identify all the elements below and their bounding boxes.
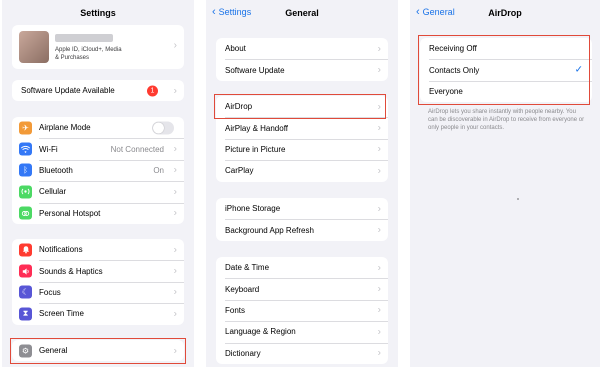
connectivity-group: ✈ Airplane Mode Wi-Fi Not Connected › ᛒ … bbox=[12, 117, 184, 224]
picture-in-picture-row[interactable]: Picture in Picture › bbox=[216, 138, 388, 160]
chevron-right-icon: › bbox=[377, 326, 381, 338]
background-app-refresh-row[interactable]: Background App Refresh › bbox=[216, 219, 388, 240]
speaker-icon bbox=[19, 264, 32, 278]
general-highlight-box bbox=[10, 338, 186, 364]
chevron-right-icon: › bbox=[377, 64, 381, 76]
chevron-right-icon: › bbox=[173, 40, 177, 51]
iphone-storage-row[interactable]: iPhone Storage › bbox=[216, 198, 388, 219]
chevron-right-icon: › bbox=[173, 286, 177, 298]
airdrop-highlight-box bbox=[214, 94, 386, 119]
chevron-right-icon: › bbox=[377, 347, 381, 359]
chevron-right-icon: › bbox=[377, 224, 381, 236]
notifications-row[interactable]: Notifications › bbox=[12, 239, 184, 260]
bluetooth-icon: ᛒ bbox=[19, 163, 32, 177]
bell-icon bbox=[19, 243, 32, 257]
notifications-group: Notifications › Sounds & Haptics › ☾ Foc… bbox=[12, 239, 184, 325]
chevron-right-icon: › bbox=[173, 308, 177, 320]
dictionary-row[interactable]: Dictionary › bbox=[216, 342, 388, 364]
chevron-right-icon: › bbox=[377, 304, 381, 316]
loading-dot bbox=[517, 198, 519, 200]
personal-hotspot-row[interactable]: Personal Hotspot › bbox=[12, 202, 184, 224]
chevron-right-icon: › bbox=[173, 85, 177, 97]
fonts-row[interactable]: Fonts › bbox=[216, 299, 388, 321]
hotspot-icon bbox=[19, 206, 32, 220]
chevron-right-icon: › bbox=[173, 186, 177, 198]
update-count-badge: 1 bbox=[147, 85, 158, 97]
about-group: About › Software Update › bbox=[216, 38, 388, 81]
moon-icon: ☾ bbox=[19, 285, 32, 299]
carplay-row[interactable]: CarPlay › bbox=[216, 160, 388, 181]
bluetooth-row[interactable]: ᛒ Bluetooth On › bbox=[12, 159, 184, 181]
page-title: Settings bbox=[80, 8, 116, 18]
chevron-right-icon: › bbox=[377, 143, 381, 155]
airplane-mode-toggle[interactable] bbox=[152, 121, 174, 135]
settings-panel: Settings Apple ID, iCloud+, Media & Purc… bbox=[2, 0, 194, 367]
airplane-icon: ✈ bbox=[19, 121, 32, 135]
chevron-right-icon: › bbox=[173, 265, 177, 277]
chevron-right-icon: › bbox=[173, 207, 177, 219]
avatar bbox=[19, 31, 49, 63]
chevron-right-icon: › bbox=[377, 262, 381, 274]
locale-group: Date & Time › Keyboard › Fonts › Language &… bbox=[216, 257, 388, 364]
airdrop-description: AirDrop lets you share instantly with pe… bbox=[428, 109, 585, 131]
cellular-row[interactable]: Cellular › bbox=[12, 181, 184, 202]
date-time-row[interactable]: Date & Time › bbox=[216, 257, 388, 278]
focus-row[interactable]: ☾ Focus › bbox=[12, 281, 184, 303]
chevron-right-icon: › bbox=[377, 283, 381, 295]
screen-time-row[interactable]: ⧗ Screen Time › bbox=[12, 303, 184, 324]
apple-id-profile[interactable]: Apple ID, iCloud+, Media & Purchases › bbox=[12, 25, 184, 69]
profile-subtitle: Apple ID, iCloud+, Media & Purchases bbox=[55, 47, 122, 61]
airplay-handoff-row[interactable]: AirPlay & Handoff › bbox=[216, 117, 388, 138]
sounds-haptics-row[interactable]: Sounds & Haptics › bbox=[12, 260, 184, 281]
chevron-right-icon: › bbox=[377, 203, 381, 215]
airdrop-options-highlight-box bbox=[418, 35, 590, 105]
chevron-right-icon: › bbox=[377, 43, 381, 55]
storage-group: iPhone Storage › Background App Refresh › bbox=[216, 198, 388, 241]
chevron-right-icon: › bbox=[173, 143, 177, 155]
wifi-status: Not Connected bbox=[110, 144, 164, 154]
about-row[interactable]: About › bbox=[216, 38, 388, 59]
airplane-mode-row[interactable]: ✈ Airplane Mode bbox=[12, 117, 184, 138]
chevron-right-icon: › bbox=[377, 122, 381, 134]
airdrop-panel: ‹ General AirDrop Receiving Off Contacts… bbox=[410, 0, 600, 367]
cellular-icon bbox=[19, 185, 32, 199]
wifi-icon bbox=[19, 142, 32, 156]
page-title: AirDrop bbox=[488, 8, 522, 18]
general-panel: ‹ Settings General About › Software Updat… bbox=[206, 0, 398, 367]
chevron-right-icon: › bbox=[173, 244, 177, 256]
keyboard-row[interactable]: Keyboard › bbox=[216, 278, 388, 299]
chevron-right-icon: › bbox=[377, 165, 381, 177]
software-update-group: Software Update Available 1 › bbox=[12, 80, 184, 102]
bluetooth-status: On bbox=[153, 165, 164, 175]
wifi-row[interactable]: Wi-Fi Not Connected › bbox=[12, 138, 184, 159]
software-update-row[interactable]: Software Update › bbox=[216, 59, 388, 80]
profile-name-redacted bbox=[55, 34, 113, 42]
chevron-right-icon: › bbox=[173, 164, 177, 176]
hourglass-icon: ⧗ bbox=[19, 307, 32, 321]
language-region-row[interactable]: Language & Region › bbox=[216, 321, 388, 342]
software-update-available-row[interactable]: Software Update Available 1 › bbox=[12, 80, 184, 101]
page-title: General bbox=[285, 8, 319, 18]
